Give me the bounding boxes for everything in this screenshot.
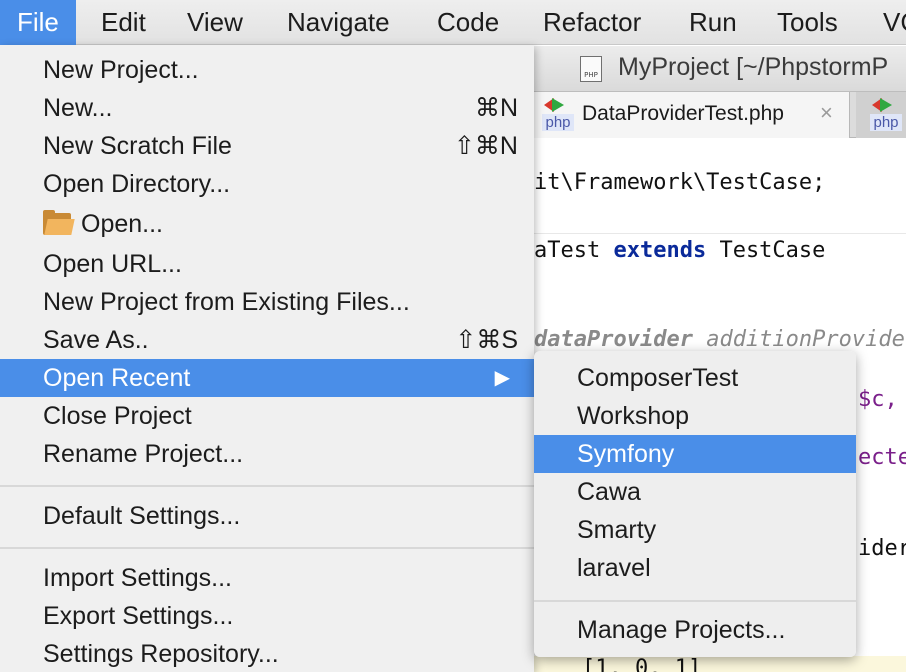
tab-label: DataProviderTest.php — [582, 102, 784, 125]
menu-item-new-project[interactable]: New Project... — [0, 51, 534, 89]
menu-refactor[interactable]: Refactor — [526, 0, 658, 45]
code-line: ecte — [858, 445, 906, 470]
code-line: it\Framework\TestCase; — [534, 170, 826, 195]
recent-project-cawa[interactable]: Cawa — [534, 473, 856, 511]
code-line: aTest extends TestCase — [534, 238, 826, 263]
menu-item-new-project-from-existing[interactable]: New Project from Existing Files... — [0, 283, 534, 321]
menu-separator — [0, 547, 534, 549]
menu-item-import-settings[interactable]: Import Settings... — [0, 559, 534, 597]
code-line: ider — [858, 536, 906, 561]
recent-project-workshop[interactable]: Workshop — [534, 397, 856, 435]
divider — [534, 233, 906, 234]
menu-tools[interactable]: Tools — [760, 0, 855, 45]
folder-icon — [43, 210, 75, 235]
recent-project-composertest[interactable]: ComposerTest — [534, 359, 856, 397]
manage-projects-button[interactable]: Manage Projects... — [534, 611, 856, 649]
menu-item-open[interactable]: Open... — [0, 205, 534, 243]
editor-tab-bar: php DataProviderTest.php × php — [534, 92, 906, 138]
php-icon: php — [870, 98, 902, 132]
menu-item-save-as[interactable]: Save As.. ⇧⌘S — [0, 321, 534, 359]
recent-project-laravel[interactable]: laravel — [534, 549, 856, 587]
menu-item-new-scratch-file[interactable]: New Scratch File ⇧⌘N — [0, 127, 534, 165]
open-recent-submenu: ComposerTest Workshop Symfony Cawa Smart… — [534, 351, 856, 657]
menu-item-close-project[interactable]: Close Project — [0, 397, 534, 435]
menu-vcs[interactable]: VC — [866, 0, 906, 45]
menu-navigate[interactable]: Navigate — [270, 0, 407, 45]
menu-item-open-directory[interactable]: Open Directory... — [0, 165, 534, 203]
menu-edit[interactable]: Edit — [84, 0, 163, 45]
file-menu: New Project... New... ⌘N New Scratch File… — [0, 45, 534, 672]
menu-item-export-settings[interactable]: Export Settings... — [0, 597, 534, 635]
menu-file[interactable]: File — [0, 0, 76, 45]
submenu-arrow-icon: ▶ — [494, 367, 510, 389]
php-icon: php — [542, 98, 574, 132]
code-line: [1, 0, 1] — [582, 656, 702, 672]
window-title: MyProject [~/PhpstormP — [618, 53, 889, 81]
tab-second[interactable]: php — [856, 92, 906, 138]
menu-item-new[interactable]: New... ⌘N — [0, 89, 534, 127]
menu-code[interactable]: Code — [420, 0, 516, 45]
menu-run[interactable]: Run — [672, 0, 754, 45]
menu-item-open-recent[interactable]: Open Recent ▶ — [0, 359, 534, 397]
shortcut-label: ⇧⌘S — [455, 326, 518, 354]
menu-bar: File Edit View Navigate Code Refactor Ru… — [0, 0, 906, 45]
menu-item-default-settings[interactable]: Default Settings... — [0, 497, 534, 535]
recent-project-symfony[interactable]: Symfony — [534, 435, 856, 473]
menu-separator — [534, 600, 856, 602]
tab-dataprovidertest[interactable]: php DataProviderTest.php × — [534, 92, 850, 138]
php-file-icon: PHP — [580, 56, 602, 82]
menu-item-settings-repository[interactable]: Settings Repository... — [0, 635, 534, 672]
menu-item-open-url[interactable]: Open URL... — [0, 245, 534, 283]
code-line: dataProvider additionProvide — [534, 327, 905, 352]
window-titlebar: PHP MyProject [~/PhpstormP — [534, 46, 906, 92]
shortcut-label: ⇧⌘N — [453, 132, 518, 160]
close-icon[interactable]: × — [820, 100, 833, 126]
recent-project-smarty[interactable]: Smarty — [534, 511, 856, 549]
menu-view[interactable]: View — [170, 0, 260, 45]
shortcut-label: ⌘N — [474, 94, 518, 122]
code-line: $c, — [858, 387, 898, 412]
menu-separator — [0, 485, 534, 487]
menu-item-rename-project[interactable]: Rename Project... — [0, 435, 534, 473]
